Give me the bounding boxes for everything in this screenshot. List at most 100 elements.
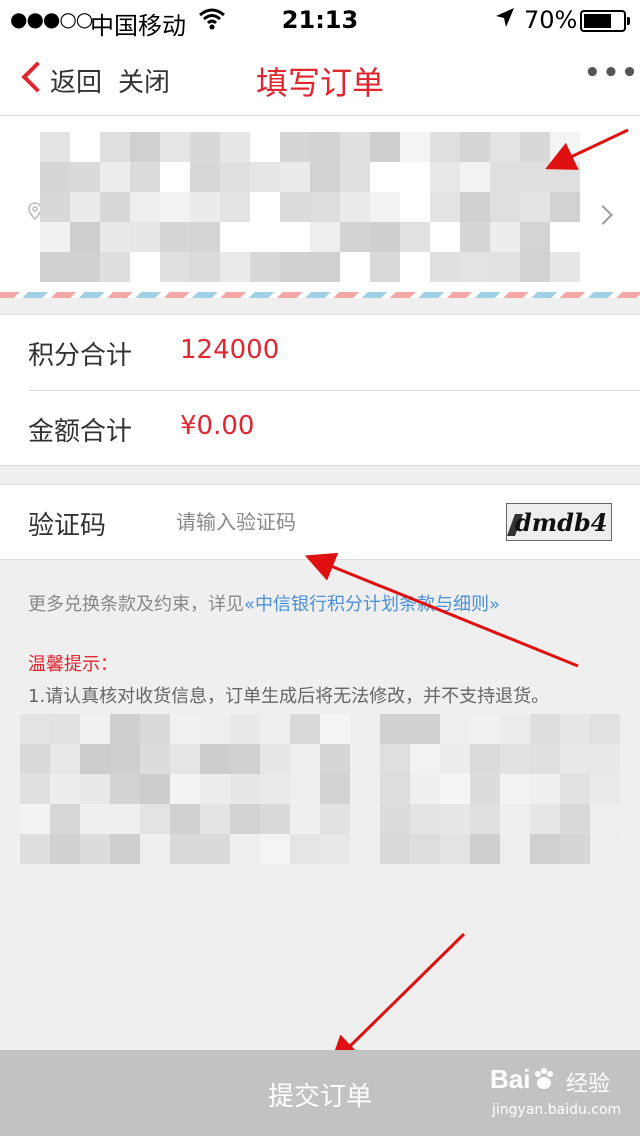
mosaic-cell xyxy=(110,744,140,774)
mosaic-cell xyxy=(470,804,500,834)
mosaic-cell xyxy=(130,162,160,192)
mosaic-cell xyxy=(260,744,290,774)
mosaic-cell xyxy=(560,774,590,804)
mosaic-cell xyxy=(130,222,160,252)
chevron-right-icon[interactable] xyxy=(593,205,613,225)
mosaic-cell xyxy=(220,192,250,222)
page-title: 填写订单 xyxy=(255,64,384,102)
mosaic-cell xyxy=(460,162,490,192)
captcha-image-text: dmdb4 xyxy=(515,508,608,537)
terms-prefix: 更多兑换条款及约束，详见 xyxy=(28,594,244,615)
mosaic-cell xyxy=(250,162,280,192)
mosaic-cell xyxy=(50,744,80,774)
mosaic-cell xyxy=(40,252,70,282)
mosaic-cell xyxy=(190,132,220,162)
paw-icon xyxy=(535,1068,553,1089)
mosaic-cell xyxy=(470,774,500,804)
mosaic-cell xyxy=(560,804,590,834)
mosaic-cell xyxy=(20,834,50,864)
mosaic-cell xyxy=(230,774,260,804)
mosaic-cell xyxy=(70,162,100,192)
mosaic-cell xyxy=(80,744,110,774)
captcha-input[interactable] xyxy=(176,499,476,545)
mosaic-cell xyxy=(520,192,550,222)
mosaic-cell xyxy=(320,774,350,804)
mosaic-cell xyxy=(490,132,520,162)
mosaic-cell xyxy=(190,192,220,222)
mosaic-cell xyxy=(520,222,550,252)
mosaic-cell xyxy=(590,714,620,744)
mosaic-cell xyxy=(490,252,520,282)
mosaic-cell xyxy=(130,192,160,222)
mosaic-cell xyxy=(430,132,460,162)
mosaic-cell xyxy=(80,834,110,864)
mosaic-cell xyxy=(160,192,190,222)
mosaic-cell xyxy=(20,714,50,744)
mosaic-cell xyxy=(260,834,290,864)
mosaic-cell xyxy=(340,222,370,252)
mosaic-cell xyxy=(110,834,140,864)
mosaic-cell xyxy=(80,714,110,744)
captcha-image[interactable]: dmdb4 xyxy=(506,503,612,541)
mosaic-cell xyxy=(560,834,590,864)
mosaic-cell xyxy=(140,804,170,834)
mosaic-cell xyxy=(380,774,410,804)
mosaic-cell xyxy=(290,714,320,744)
mosaic-cell xyxy=(280,162,310,192)
mosaic-cell xyxy=(170,714,200,744)
mosaic-cell xyxy=(460,192,490,222)
mosaic-cell xyxy=(200,834,230,864)
mosaic-cell xyxy=(440,804,470,834)
mosaic-cell xyxy=(530,744,560,774)
mosaic-cell xyxy=(220,132,250,162)
mosaic-cell xyxy=(50,804,80,834)
address-redacted-mosaic xyxy=(40,132,580,292)
mosaic-cell xyxy=(320,744,350,774)
mosaic-cell xyxy=(220,162,250,192)
tips-title: 温馨提示： xyxy=(28,654,118,675)
mosaic-cell xyxy=(190,222,220,252)
mosaic-cell xyxy=(100,162,130,192)
mosaic-cell xyxy=(40,162,70,192)
mosaic-cell xyxy=(200,774,230,804)
mosaic-cell xyxy=(50,774,80,804)
mosaic-cell xyxy=(530,714,560,744)
mosaic-cell xyxy=(550,162,580,192)
mosaic-cell xyxy=(140,714,170,744)
watermark-brand: Bai xyxy=(490,1064,531,1094)
mosaic-cell xyxy=(280,132,310,162)
mosaic-cell xyxy=(20,804,50,834)
terms-link[interactable]: «中信银行积分计划条款与细则» xyxy=(244,594,500,615)
mosaic-cell xyxy=(530,804,560,834)
more-options-icon[interactable]: ••• xyxy=(584,58,640,88)
mosaic-cell xyxy=(320,804,350,834)
mosaic-cell xyxy=(310,162,340,192)
mosaic-cell xyxy=(230,714,260,744)
mosaic-cell xyxy=(380,804,410,834)
mosaic-cell xyxy=(190,252,220,282)
captcha-label: 验证码 xyxy=(28,511,107,541)
mosaic-cell xyxy=(590,774,620,804)
watermark-url: jingyan.baidu.com xyxy=(492,1102,622,1118)
mosaic-cell xyxy=(460,222,490,252)
mosaic-cell xyxy=(520,162,550,192)
battery-icon xyxy=(580,10,630,32)
mosaic-cell xyxy=(380,834,410,864)
mosaic-cell xyxy=(40,132,70,162)
shipping-address-card[interactable] xyxy=(0,116,640,298)
amount-total-row: 金额合计 ¥0.00 xyxy=(0,391,640,466)
mosaic-cell xyxy=(470,714,500,744)
mosaic-cell xyxy=(160,222,190,252)
mosaic-cell xyxy=(560,714,590,744)
terms-note: 更多兑换条款及约束，详见«中信银行积分计划条款与细则» xyxy=(28,590,500,616)
mosaic-cell xyxy=(460,132,490,162)
mosaic-cell xyxy=(500,834,530,864)
navigation-bar: 返回 关闭 填写订单 ••• xyxy=(0,40,640,116)
tips-redacted-mosaic xyxy=(20,714,620,876)
amount-total-label: 金额合计 xyxy=(28,417,133,447)
mosaic-cell xyxy=(320,834,350,864)
mosaic-cell xyxy=(470,834,500,864)
mosaic-cell xyxy=(80,774,110,804)
mosaic-cell xyxy=(500,744,530,774)
mosaic-cell xyxy=(410,804,440,834)
